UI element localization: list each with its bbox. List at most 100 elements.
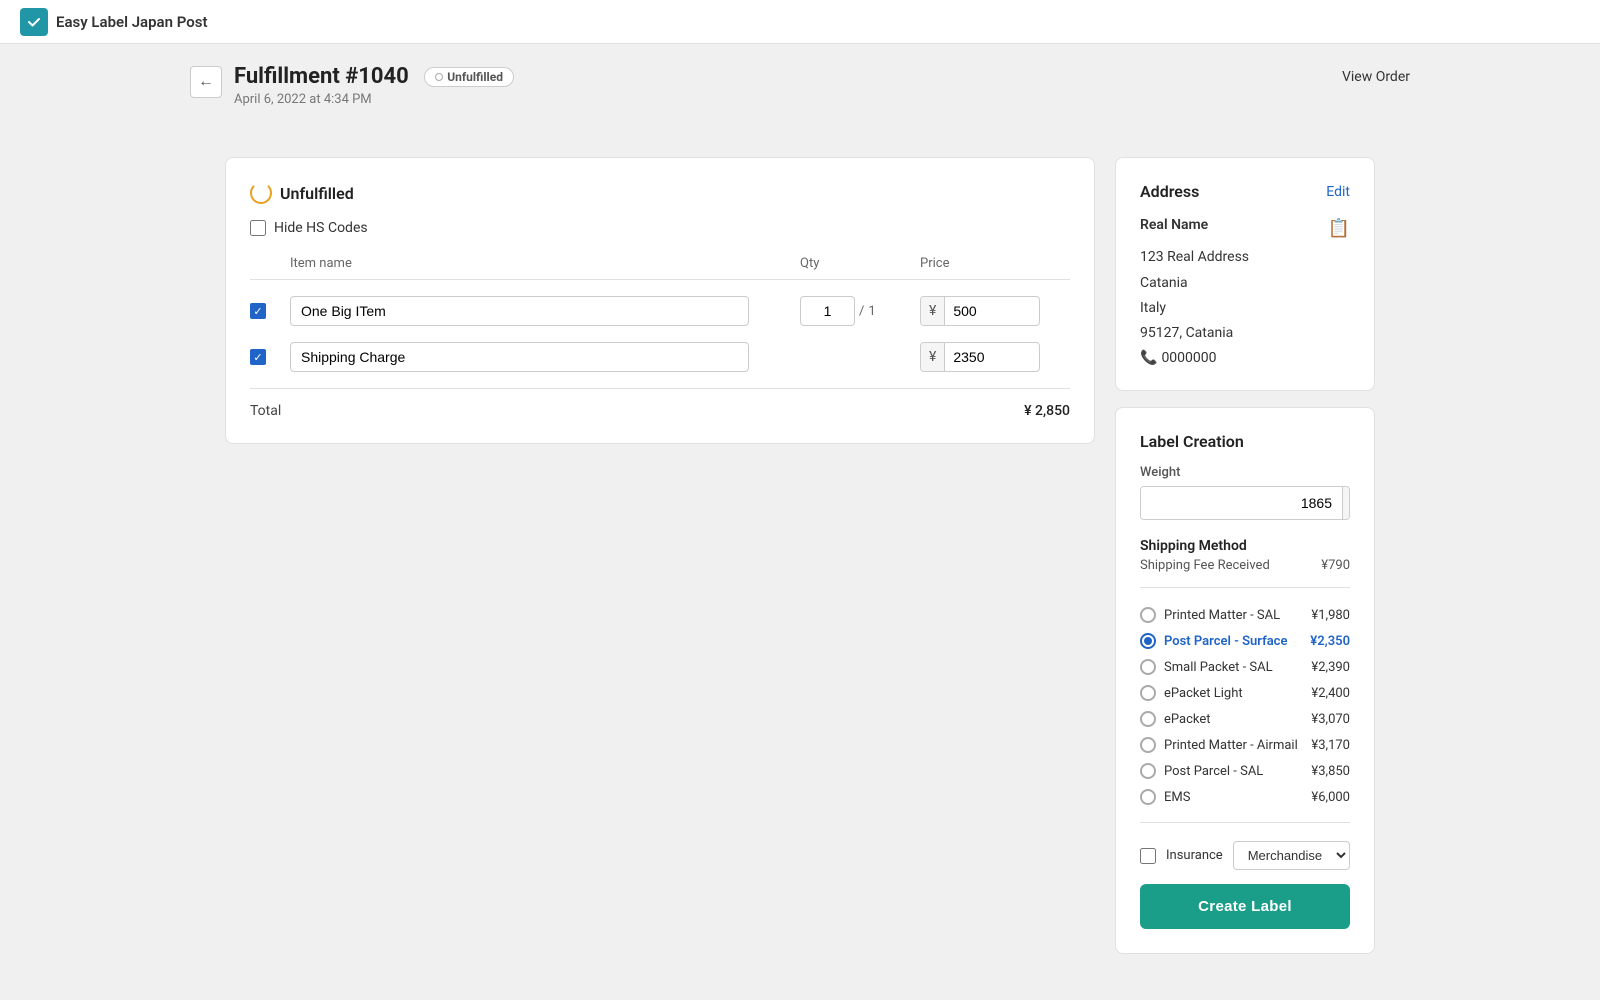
phone-icon: 📞 xyxy=(1140,350,1157,366)
shipping-option-label: Post Parcel - Surface xyxy=(1164,634,1287,649)
radio-unchecked-icon[interactable] xyxy=(1140,763,1156,779)
fulfillment-section-title: Unfulfilled xyxy=(250,182,1070,204)
price-currency-1: ¥ xyxy=(921,297,945,325)
shipping-option-label: Small Packet - SAL xyxy=(1164,660,1273,675)
radio-unchecked-icon[interactable] xyxy=(1140,685,1156,701)
total-row: Total ¥ 2,850 xyxy=(250,388,1070,419)
shipping-option-left: Small Packet - SAL xyxy=(1140,659,1273,675)
item-2-price-group: ¥ xyxy=(920,342,1040,372)
shipping-option-label: ePacket xyxy=(1164,712,1211,727)
address-title: Address xyxy=(1140,182,1199,201)
divider xyxy=(1140,822,1350,823)
shipping-option-left: ePacket xyxy=(1140,711,1211,727)
shipping-option-left: Post Parcel - SAL xyxy=(1140,763,1263,779)
table-row: ¥ xyxy=(250,334,1070,380)
status-badge: Unfulfilled xyxy=(424,67,514,87)
total-label: Total xyxy=(250,403,281,419)
logo-icon xyxy=(20,8,48,36)
weight-input[interactable] xyxy=(1141,487,1342,519)
item-2-price-cell: ¥ xyxy=(920,342,1070,372)
phone-row: 📞 0000000 xyxy=(1140,350,1350,366)
top-bar: Easy Label Japan Post xyxy=(0,0,1600,44)
shipping-option-price: ¥2,400 xyxy=(1311,686,1350,701)
item-1-name-input[interactable] xyxy=(290,296,749,326)
shipping-option-row: Printed Matter - SAL¥1,980 xyxy=(1140,602,1350,628)
insurance-checkbox[interactable] xyxy=(1140,848,1156,864)
merchandise-select[interactable]: Merchandise xyxy=(1233,841,1350,870)
edit-address-link[interactable]: Edit xyxy=(1326,184,1350,200)
col-item-name: Item name xyxy=(290,256,800,271)
view-order-link[interactable]: View Order xyxy=(1342,69,1410,85)
item-1-price-input[interactable] xyxy=(945,297,1015,325)
address-card: Address Edit Real Name 📋 123 Real Addres… xyxy=(1115,157,1375,391)
qty-slash: / xyxy=(859,304,864,319)
radio-unchecked-icon[interactable] xyxy=(1140,659,1156,675)
address-text: Real Name 📋 123 Real Address Catania Ita… xyxy=(1140,213,1350,346)
item-2-name-input[interactable] xyxy=(290,342,749,372)
shipping-fee-value: ¥790 xyxy=(1321,558,1350,573)
shipping-option-row: Post Parcel - SAL ¥3,850 xyxy=(1140,758,1350,784)
shipping-option-label: EMS xyxy=(1164,790,1190,805)
unfulfilled-icon xyxy=(250,182,272,204)
col-price: Price xyxy=(920,256,1070,271)
item-1-checkbox[interactable] xyxy=(250,303,266,319)
radio-unchecked-icon[interactable] xyxy=(1140,789,1156,805)
address-street: 123 Real Address xyxy=(1140,245,1350,270)
shipping-fee-label: Shipping Fee Received xyxy=(1140,558,1270,573)
shipping-option-price: ¥6,000 xyxy=(1311,790,1350,805)
page-title: Fulfillment #1040 Unfulfilled xyxy=(234,64,514,89)
shipping-option-left: Printed Matter - SAL xyxy=(1140,607,1280,623)
insurance-row: Insurance Merchandise xyxy=(1140,841,1350,870)
address-postal: 95127, Catania xyxy=(1140,321,1350,346)
fulfillment-card: Unfulfilled Hide HS Codes Item name Qty … xyxy=(225,157,1095,444)
item-1-qty-total: 1 xyxy=(868,304,875,319)
shipping-option-price: ¥3,070 xyxy=(1311,712,1350,727)
price-currency-2: ¥ xyxy=(921,343,945,371)
main-content: Unfulfilled Hide HS Codes Item name Qty … xyxy=(150,127,1450,1000)
item-1-price-group: ¥ xyxy=(920,296,1040,326)
shipping-option-label: ePacket Light xyxy=(1164,686,1243,701)
shipping-option-price: ¥2,350 xyxy=(1310,634,1350,649)
radio-unchecked-icon[interactable] xyxy=(1140,737,1156,753)
radio-unchecked-icon[interactable] xyxy=(1140,607,1156,623)
item-1-qty-input[interactable] xyxy=(800,296,855,326)
radio-unchecked-icon[interactable] xyxy=(1140,711,1156,727)
shipping-option-label: Printed Matter - SAL xyxy=(1164,608,1280,623)
hide-hs-checkbox[interactable] xyxy=(250,220,266,236)
shipping-option-price: ¥3,850 xyxy=(1311,764,1350,779)
page-subtitle: April 6, 2022 at 4:34 PM xyxy=(234,92,514,107)
weight-label: Weight xyxy=(1140,465,1350,480)
item-2-price-input[interactable] xyxy=(945,343,1015,371)
insurance-label: Insurance xyxy=(1166,848,1223,863)
weight-unit: g xyxy=(1342,487,1350,519)
address-phone: 0000000 xyxy=(1161,350,1216,366)
page-title-block: Fulfillment #1040 Unfulfilled April 6, 2… xyxy=(234,64,514,107)
shipping-option-left: Printed Matter - Airmail xyxy=(1140,737,1298,753)
create-label-button[interactable]: Create Label xyxy=(1140,884,1350,929)
radio-checked-icon[interactable] xyxy=(1140,633,1156,649)
hide-hs-label: Hide HS Codes xyxy=(274,220,368,236)
address-card-header: Address Edit xyxy=(1140,182,1350,201)
page-header: ← Fulfillment #1040 Unfulfilled April 6,… xyxy=(170,44,1430,107)
item-2-checkbox[interactable] xyxy=(250,349,266,365)
shipping-option-price: ¥3,170 xyxy=(1311,738,1350,753)
shipping-option-label: Printed Matter - Airmail xyxy=(1164,738,1298,753)
status-dot xyxy=(435,73,443,81)
total-value: ¥ 2,850 xyxy=(1024,403,1070,419)
copy-address-icon[interactable]: 📋 xyxy=(1328,213,1350,245)
weight-input-group: g xyxy=(1140,486,1350,520)
item-2-name-cell xyxy=(290,342,800,372)
shipping-option-price: ¥2,390 xyxy=(1311,660,1350,675)
shipping-option-row: Post Parcel - Surface ¥2,350 xyxy=(1140,628,1350,654)
right-panel: Address Edit Real Name 📋 123 Real Addres… xyxy=(1115,157,1375,970)
table-header: Item name Qty Price xyxy=(250,252,1070,280)
back-button[interactable]: ← xyxy=(190,66,222,98)
shipping-option-row: EMS ¥6,000 xyxy=(1140,784,1350,810)
item-1-price-cell: ¥ xyxy=(920,296,1070,326)
shipping-option-left: EMS xyxy=(1140,789,1190,805)
hide-hs-row: Hide HS Codes xyxy=(250,220,1070,236)
address-city: Catania xyxy=(1140,271,1350,296)
item-1-qty-cell: / 1 xyxy=(800,296,920,326)
shipping-option-row: Printed Matter - Airmail ¥3,170 xyxy=(1140,732,1350,758)
shipping-option-row: Small Packet - SAL ¥2,390 xyxy=(1140,654,1350,680)
